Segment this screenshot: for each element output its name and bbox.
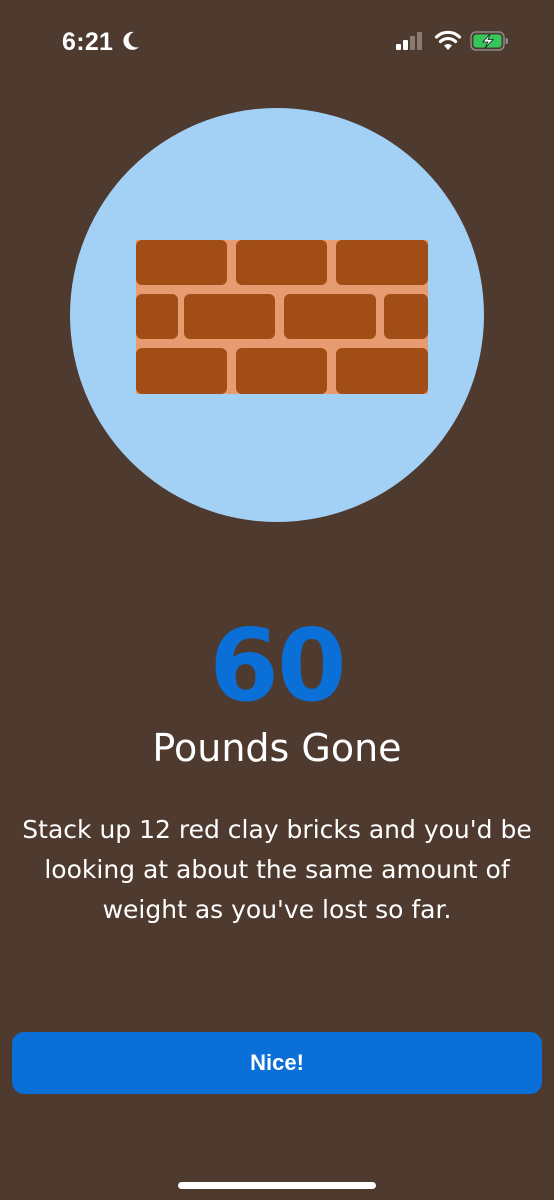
status-bar: 6:21 — [0, 0, 554, 84]
pounds-gone-label: Pounds Gone — [152, 726, 402, 770]
brick-wall-icon — [136, 240, 428, 394]
nice-button[interactable]: Nice! — [12, 1032, 542, 1094]
achievement-description: Stack up 12 red clay bricks and you'd be… — [22, 815, 532, 924]
wifi-icon — [434, 30, 462, 50]
brick-wall-illustration — [70, 108, 484, 522]
status-time: 6:21 — [62, 28, 114, 56]
home-indicator[interactable] — [178, 1182, 376, 1189]
cellular-signal-icon — [396, 32, 422, 50]
nice-button-label: Nice! — [250, 1050, 304, 1075]
pounds-lost-value: 60 — [209, 607, 346, 724]
moon-icon — [123, 31, 139, 50]
battery-charging-icon — [470, 31, 508, 51]
